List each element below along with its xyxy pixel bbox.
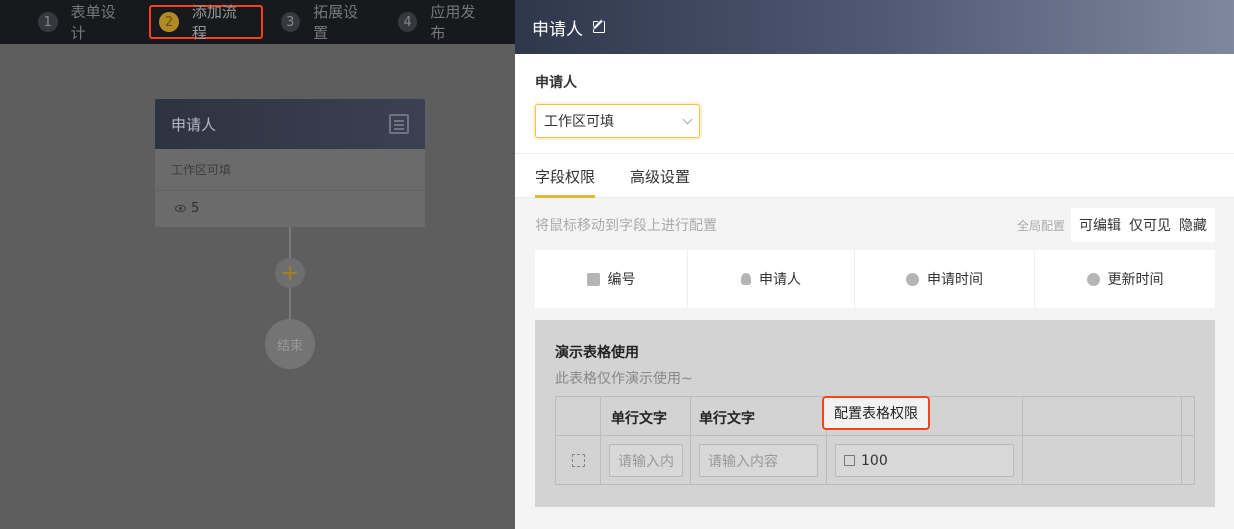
row-handle-column <box>556 397 601 484</box>
step-label: 表单设计 <box>70 3 116 42</box>
field-label: 申请人 <box>759 272 801 288</box>
number-icon <box>586 272 600 286</box>
number-value: 100 <box>861 452 888 469</box>
select-value: 工作区可填 <box>544 114 614 130</box>
add-node-button[interactable]: + <box>275 258 305 288</box>
flow-canvas: 申请人 工作区可填 5 + 结束 <box>0 44 515 529</box>
step-label: 拓展设置 <box>313 3 359 42</box>
applicant-section: 申请人 工作区可填 <box>515 54 1234 154</box>
node-title: 申请人 <box>171 115 217 134</box>
field-update-time[interactable]: 更新时间 <box>1035 250 1215 308</box>
demo-table-field[interactable]: 演示表格使用 此表格仅作演示使用~ 单行文字 单行文字 请输入内 请输入内容 1… <box>535 320 1215 507</box>
configure-table-permission-button[interactable]: 配置表格权限 <box>822 396 930 430</box>
chevron-down-icon <box>682 114 693 124</box>
field-label: 更新时间 <box>1107 272 1164 288</box>
tab-advanced-settings[interactable]: 高级设置 <box>630 154 690 198</box>
global-config-label: 全局配置 <box>1016 218 1065 233</box>
perm-hidden-button[interactable]: 隐藏 <box>1175 215 1211 235</box>
header-divider <box>556 435 1194 436</box>
flow-node-applicant[interactable]: 申请人 工作区可填 5 <box>155 99 425 227</box>
visible-count: 5 <box>191 201 200 216</box>
step-number: 3 <box>280 12 301 32</box>
hint-row: 将鼠标移动到字段上进行配置 全局配置 可编辑 仅可见 隐藏 <box>535 208 1215 242</box>
text-input-2[interactable]: 请输入内容 <box>699 444 818 477</box>
table-title: 演示表格使用 <box>555 345 639 361</box>
system-fields-row: 编号 申请人 申请时间 更新时间 <box>535 250 1215 308</box>
field-number[interactable]: 编号 <box>535 250 688 308</box>
perm-editable-button[interactable]: 可编辑 <box>1075 215 1125 235</box>
text-input-1[interactable]: 请输入内 <box>609 444 683 477</box>
step-form-design[interactable]: 1 表单设计 <box>38 3 129 42</box>
clock-icon <box>906 272 919 286</box>
update-time-icon <box>1086 272 1100 286</box>
field-label: 编号 <box>607 272 636 288</box>
connector-line <box>289 288 291 319</box>
end-node: 结束 <box>265 319 315 369</box>
node-header: 申请人 <box>155 99 425 149</box>
node-settings-drawer: 申请人 申请人 工作区可填 字段权限 高级设置 将鼠标移动到字段上进行配置 全局… <box>515 0 1234 529</box>
step-app-publish[interactable]: 4 应用发布 <box>397 3 489 42</box>
eye-icon <box>175 205 186 212</box>
table-description: 此表格仅作演示使用~ <box>555 371 693 387</box>
node-permission-text: 工作区可填 <box>171 163 232 177</box>
expand-icon[interactable] <box>572 454 585 467</box>
number-field-icon <box>844 455 855 466</box>
form-edit-icon <box>389 114 409 134</box>
drawer-title: 申请人 <box>532 19 583 40</box>
applicant-label: 申请人 <box>535 75 577 91</box>
connector-line <box>289 227 291 258</box>
step-label: 应用发布 <box>430 3 476 42</box>
user-icon <box>741 273 751 285</box>
step-bar: 1 表单设计 2 添加流程 3 拓展设置 4 应用发布 <box>0 0 515 44</box>
perm-visible-button[interactable]: 仅可见 <box>1125 215 1175 235</box>
step-add-flow[interactable]: 2 添加流程 <box>149 3 263 42</box>
node-visible-count: 5 <box>155 191 425 226</box>
tab-field-permission[interactable]: 字段权限 <box>535 154 596 198</box>
permission-select[interactable]: 工作区可填 <box>535 104 700 138</box>
hint-text: 将鼠标移动到字段上进行配置 <box>535 218 717 234</box>
step-label: 添加流程 <box>191 3 237 42</box>
step-number: 1 <box>38 12 58 32</box>
number-input[interactable]: 100 <box>835 444 1014 477</box>
step-number: 4 <box>397 12 418 32</box>
edit-title-icon[interactable] <box>593 21 605 33</box>
field-label: 申请时间 <box>927 272 983 288</box>
column-header-1: 单行文字 <box>611 411 667 427</box>
step-extension-settings[interactable]: 3 拓展设置 <box>280 3 372 42</box>
drawer-header: 申请人 <box>515 0 1234 54</box>
settings-tabs: 字段权限 高级设置 <box>515 154 1234 198</box>
column-header-2: 单行文字 <box>699 411 755 427</box>
global-permission-group: 可编辑 仅可见 隐藏 <box>1071 208 1215 242</box>
table-scrollbar[interactable] <box>1181 397 1194 484</box>
field-applicant[interactable]: 申请人 <box>688 250 855 308</box>
step-number: 2 <box>159 12 179 32</box>
field-apply-time[interactable]: 申请时间 <box>855 250 1035 308</box>
